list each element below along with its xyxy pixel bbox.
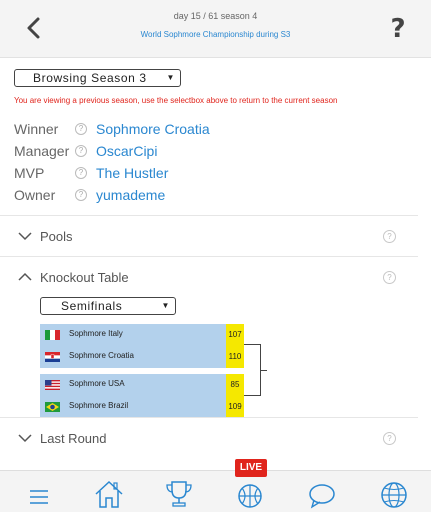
basketball-icon (238, 484, 262, 508)
mvp-link[interactable]: The Hustler (96, 165, 168, 181)
section-last-round[interactable]: Last Round ? (0, 417, 418, 459)
home-icon (95, 480, 123, 508)
menu-icon (30, 490, 48, 504)
team-row[interactable]: Sophmore Croatia 110 (40, 346, 244, 368)
manager-label: Manager (14, 143, 70, 159)
team-score: 85 (226, 374, 244, 396)
dropdown-arrow-icon: ▼ (166, 73, 175, 82)
day-info: day 15 / 61 season 4 (173, 11, 258, 21)
owner-link[interactable]: yumademe (96, 187, 165, 203)
team-row[interactable]: Sophmore USA 85 (40, 374, 244, 396)
match-card: Sophmore USA 85 Sophmore Brazil 109 (40, 374, 244, 418)
nav-world[interactable] (377, 477, 411, 509)
help-button[interactable]: ? (383, 12, 413, 46)
help-icon[interactable]: ? (383, 271, 396, 284)
mvp-label: MVP (14, 165, 45, 181)
trophy-icon (166, 481, 192, 507)
team-name: Sophmore Italy (69, 329, 123, 338)
help-icon[interactable]: ? (383, 230, 396, 243)
italy-flag-icon (45, 330, 60, 340)
page-title: World Sophmore Championship during S3 (140, 30, 291, 39)
bottom-nav (0, 470, 431, 512)
dropdown-arrow-icon: ▼ (161, 301, 170, 310)
season-warning: You are viewing a previous season, use t… (14, 96, 338, 105)
bracket-connector (261, 370, 267, 371)
round-select-value: Semifinals (61, 299, 123, 313)
winner-link[interactable]: Sophmore Croatia (96, 121, 210, 137)
team-name: Sophmore USA (69, 379, 125, 388)
help-icon[interactable]: ? (75, 167, 87, 179)
owner-label: Owner (14, 187, 56, 203)
help-icon[interactable]: ? (75, 189, 87, 201)
usa-flag-icon (45, 380, 60, 390)
live-badge[interactable]: LIVE (235, 459, 267, 477)
manager-link[interactable]: OscarCipi (96, 143, 157, 159)
section-pools[interactable]: Pools ? (0, 215, 418, 257)
team-score: 110 (226, 346, 244, 368)
team-row[interactable]: Sophmore Italy 107 (40, 324, 244, 346)
brazil-flag-icon (45, 402, 60, 412)
mvp-row: MVP ? The Hustler (14, 165, 414, 183)
owner-row: Owner ? yumademe (14, 187, 414, 205)
season-select-value: Browsing Season 3 (33, 71, 147, 85)
winner-row: Winner ? Sophmore Croatia (14, 121, 414, 139)
help-icon[interactable]: ? (383, 432, 396, 445)
team-score: 107 (226, 324, 244, 346)
team-score: 109 (226, 396, 244, 418)
help-icon[interactable]: ? (75, 123, 87, 135)
team-name: Sophmore Brazil (69, 401, 129, 410)
chevron-up-icon (18, 272, 32, 281)
winner-label: Winner (14, 121, 59, 137)
help-icon[interactable]: ? (75, 145, 87, 157)
team-row[interactable]: Sophmore Brazil 109 (40, 396, 244, 418)
match-card: Sophmore Italy 107 Sophmore Croatia 110 (40, 324, 244, 368)
nav-chat[interactable] (305, 477, 339, 509)
team-name: Sophmore Croatia (69, 351, 134, 360)
section-title: Pools (40, 229, 73, 244)
croatia-flag-icon (45, 352, 60, 362)
section-title: Knockout Table (40, 270, 129, 285)
top-bar: day 15 / 61 season 4 World Sophmore Cham… (0, 0, 431, 58)
nav-trophies[interactable] (162, 477, 196, 509)
nav-live[interactable] (233, 477, 267, 509)
chevron-down-icon (18, 232, 32, 241)
globe-icon (381, 482, 407, 508)
manager-row: Manager ? OscarCipi (14, 143, 414, 161)
season-select[interactable]: Browsing Season 3 ▼ (14, 69, 181, 87)
nav-menu[interactable] (22, 477, 56, 509)
chat-icon (309, 484, 335, 509)
round-select[interactable]: Semifinals ▼ (40, 297, 176, 315)
section-knockout[interactable]: Knockout Table ? (0, 256, 418, 298)
bracket-connector (244, 344, 261, 396)
chevron-down-icon (18, 434, 32, 443)
nav-home[interactable] (92, 477, 126, 509)
section-title: Last Round (40, 431, 107, 446)
